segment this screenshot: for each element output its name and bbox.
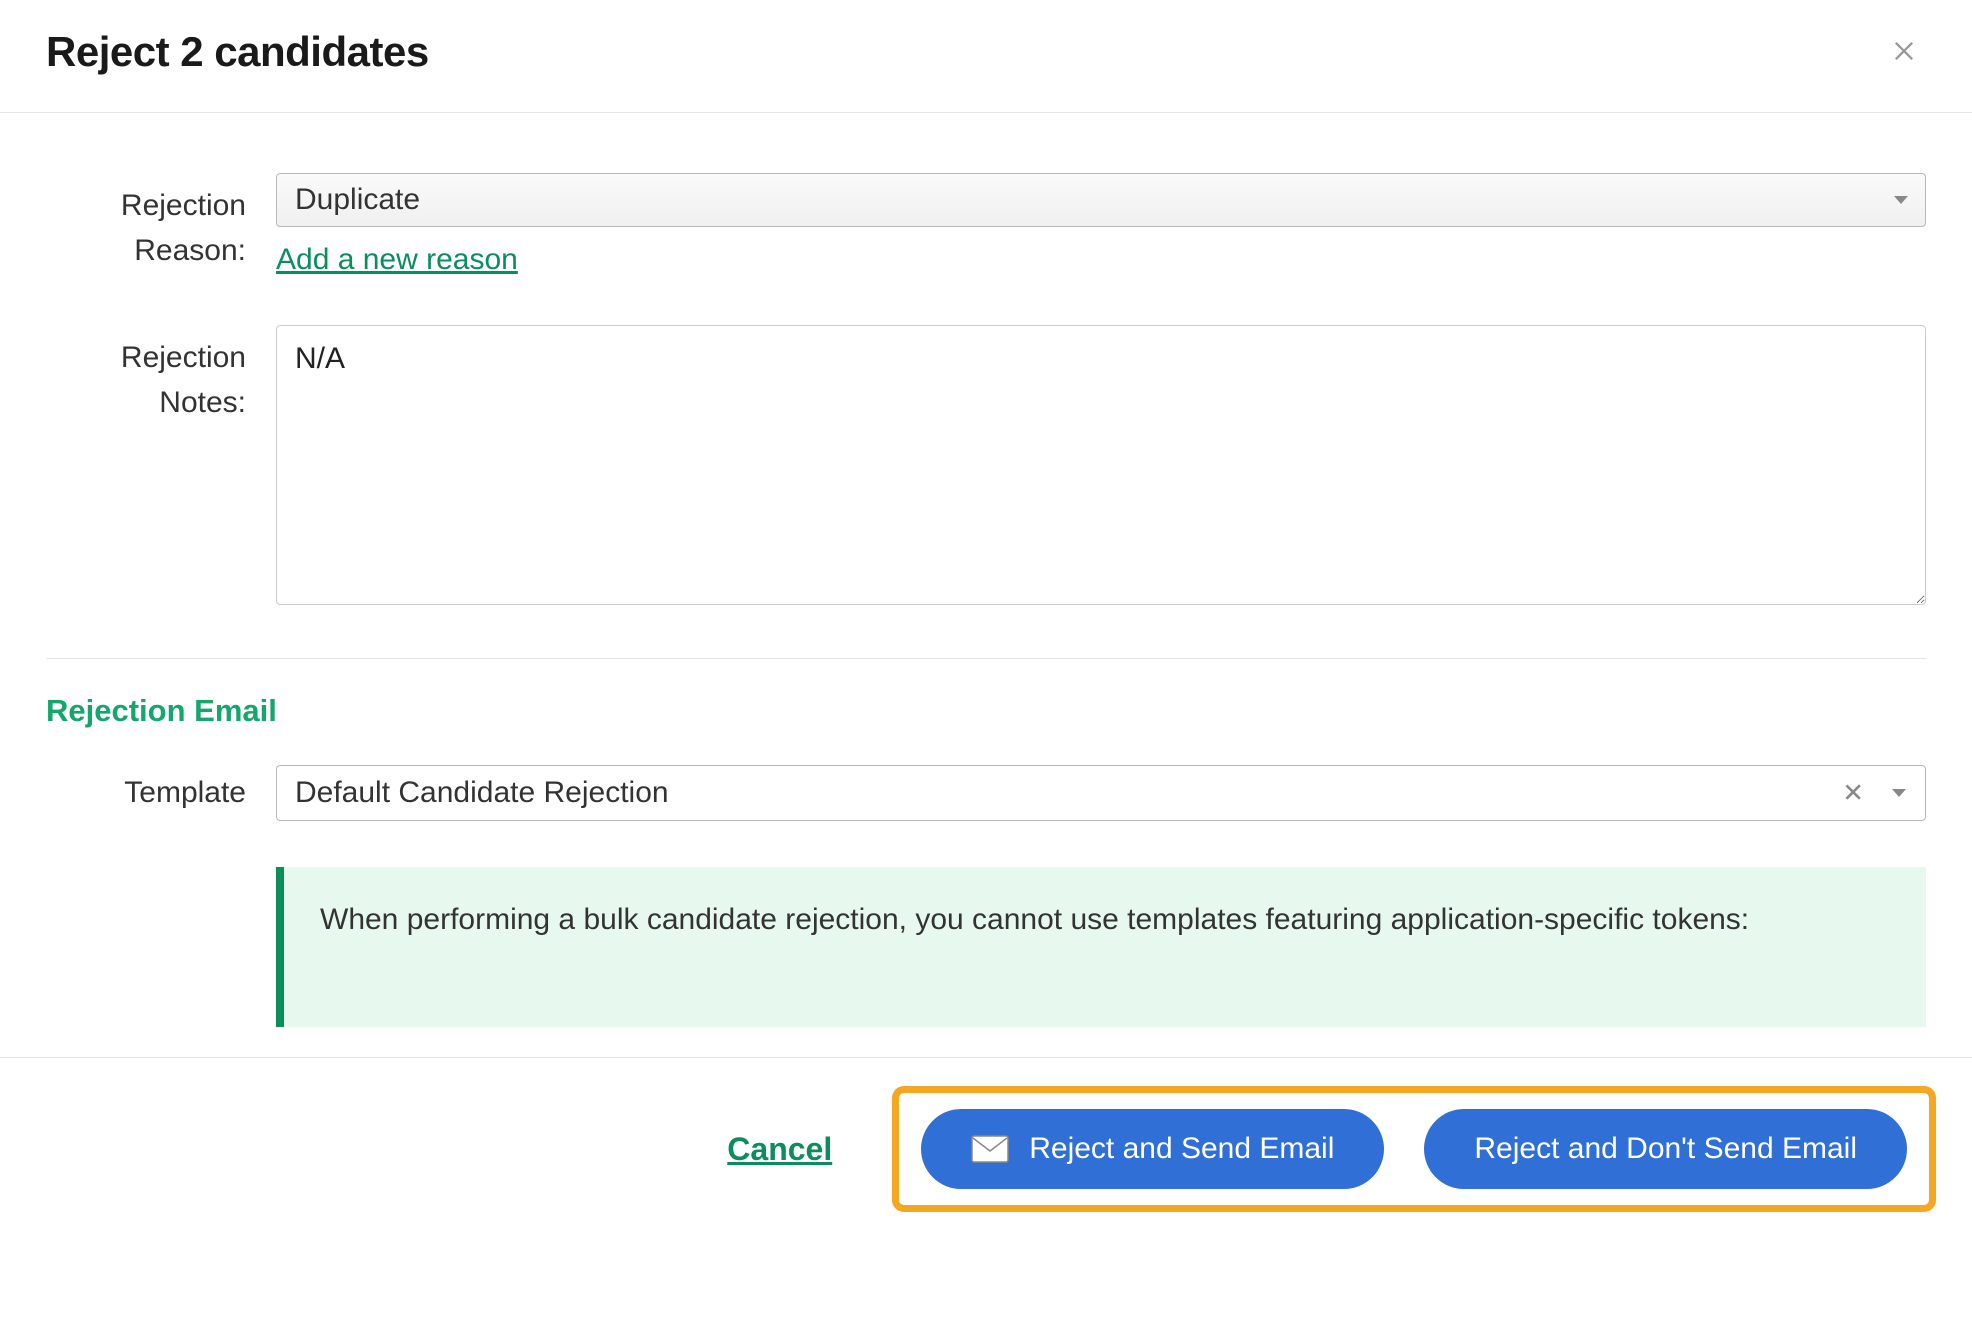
- label-col: Rejection Notes:: [46, 325, 246, 610]
- rejection-notes-textarea[interactable]: [276, 325, 1926, 605]
- rejection-reason-row: Rejection Reason: Duplicate Add a new re…: [46, 173, 1926, 277]
- label-col: Rejection Reason:: [46, 173, 246, 277]
- template-row: Template Default Candidate Rejection ✕: [46, 765, 1926, 821]
- reject-send-label: Reject and Send Email: [1029, 1132, 1334, 1166]
- chevron-down-icon: [1894, 196, 1908, 204]
- rejection-notes-row: Rejection Notes:: [46, 325, 1926, 610]
- reject-candidates-modal: Reject 2 candidates Rejection Reason: Du…: [0, 0, 1972, 1240]
- modal-title: Reject 2 candidates: [46, 28, 429, 76]
- template-combo-wrap: Default Candidate Rejection ✕: [276, 765, 1926, 821]
- add-reason-link[interactable]: Add a new reason: [276, 243, 518, 277]
- rejection-reason-select[interactable]: Duplicate: [276, 173, 1926, 227]
- template-select[interactable]: Default Candidate Rejection: [276, 765, 1926, 821]
- modal-body: Rejection Reason: Duplicate Add a new re…: [0, 113, 1972, 1027]
- rejection-reason-select-wrap: Duplicate: [276, 173, 1926, 227]
- clear-icon[interactable]: ✕: [1838, 774, 1868, 813]
- reject-and-send-button[interactable]: Reject and Send Email: [921, 1109, 1384, 1189]
- control-col: [276, 325, 1926, 610]
- close-button[interactable]: [1882, 29, 1926, 76]
- reject-no-send-button[interactable]: Reject and Don't Send Email: [1424, 1109, 1907, 1189]
- rejection-notes-label: Rejection Notes:: [46, 335, 246, 425]
- info-text: When performing a bulk candidate rejecti…: [320, 903, 1749, 936]
- modal-header: Reject 2 candidates: [0, 0, 1972, 113]
- section-divider: [46, 658, 1926, 659]
- chevron-down-icon[interactable]: [1892, 789, 1906, 797]
- rejection-reason-value: Duplicate: [295, 183, 420, 217]
- rejection-reason-label: Rejection Reason:: [46, 183, 246, 273]
- info-panel: When performing a bulk candidate rejecti…: [276, 867, 1926, 1027]
- cancel-link[interactable]: Cancel: [727, 1131, 832, 1168]
- template-label: Template: [46, 776, 246, 810]
- template-value: Default Candidate Rejection: [295, 776, 669, 810]
- reject-no-send-label: Reject and Don't Send Email: [1474, 1132, 1857, 1166]
- modal-footer: Cancel Reject and Send Email Reject and …: [0, 1057, 1972, 1240]
- control-col: Duplicate Add a new reason: [276, 173, 1926, 277]
- email-icon: [971, 1135, 1009, 1163]
- close-icon: [1890, 37, 1918, 68]
- action-highlight: Reject and Send Email Reject and Don't S…: [892, 1086, 1936, 1212]
- rejection-email-heading: Rejection Email: [46, 693, 1926, 729]
